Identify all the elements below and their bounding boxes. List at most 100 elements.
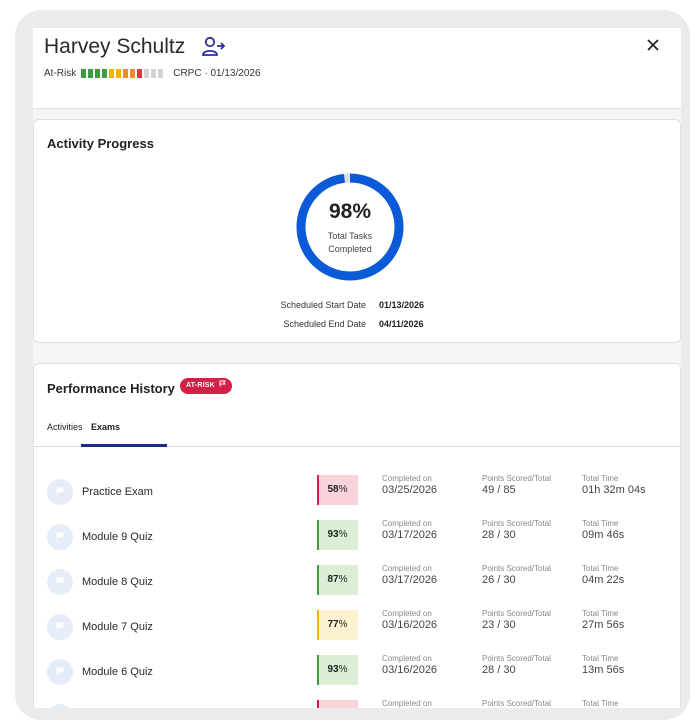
risk-segment <box>144 69 150 78</box>
score-value <box>317 700 358 708</box>
history-tabs: Activities Exams <box>34 414 680 447</box>
points-label: Points Scored/Total <box>482 654 551 663</box>
score-value: 58% <box>317 475 358 505</box>
risk-segment <box>116 69 122 78</box>
score-status-bar <box>317 700 319 708</box>
start-date-value: 01/13/2026 <box>379 300 425 310</box>
time-label: Total Time <box>582 564 619 573</box>
risk-segment <box>137 69 143 78</box>
flag-icon <box>47 704 73 708</box>
active-tab-indicator <box>81 444 167 447</box>
end-date-label: Scheduled End Date <box>283 319 366 329</box>
progress-ring <box>296 173 404 281</box>
exam-name: Module 6 Quiz <box>82 666 153 678</box>
points-value: 49 / 85 <box>482 484 516 496</box>
performance-history-card: Performance History AT-RISK Activities E… <box>33 363 681 708</box>
points-label: Points Scored/Total <box>482 474 551 483</box>
risk-segment <box>109 69 115 78</box>
score-badge: 93% <box>317 520 358 550</box>
score-status-bar <box>317 610 319 640</box>
risk-segment <box>88 69 94 78</box>
risk-label: At-Risk <box>44 68 77 79</box>
at-risk-badge: AT-RISK <box>180 378 233 394</box>
completed-value: 03/25/2026 <box>382 484 438 496</box>
exam-name: Module 8 Quiz <box>82 576 153 588</box>
exam-row[interactable]: Module 7 Quiz 77% Completed on 03/16/202… <box>34 607 680 652</box>
points-label: Points Scored/Total <box>482 564 551 573</box>
score-badge: 77% <box>317 610 358 640</box>
completed-value: 03/16/2026 <box>382 619 438 631</box>
score-number: 93 <box>327 664 339 675</box>
activity-progress-card: Activity Progress 98% Total Tasks Comple… <box>33 119 681 343</box>
score-value: 77% <box>317 610 358 640</box>
score-percent-sign: % <box>338 619 348 630</box>
student-detail-panel: Harvey Schultz At-Risk CRPC · 01/13/2026… <box>33 28 681 708</box>
at-risk-badge-label: AT-RISK <box>186 382 215 389</box>
flag-icon <box>219 380 227 387</box>
exam-row[interactable]: Practice Exam 58% Completed on 03/25/202… <box>34 472 680 517</box>
score-number: 77 <box>327 619 339 630</box>
score-percent-sign: % <box>338 484 348 495</box>
score-percent-sign: % <box>338 664 348 675</box>
close-icon[interactable] <box>647 38 659 56</box>
completed-value: 03/17/2026 <box>382 574 438 586</box>
flag-icon <box>47 614 73 640</box>
exam-row[interactable]: Module 6 Quiz 93% Completed on 03/16/202… <box>34 652 680 697</box>
start-date-label: Scheduled Start Date <box>280 300 366 310</box>
completed-label: Completed on <box>382 519 432 528</box>
progress-donut <box>296 173 404 281</box>
risk-segment <box>102 69 108 78</box>
risk-segment <box>123 69 129 78</box>
score-number: 58 <box>327 484 339 495</box>
time-value: 09m 46s <box>582 529 625 541</box>
risk-segment <box>151 69 157 78</box>
risk-segment <box>95 69 101 78</box>
progress-label: Total Tasks Completed <box>327 231 373 254</box>
points-value: 28 / 30 <box>482 529 516 541</box>
completed-value: 03/17/2026 <box>382 529 438 541</box>
score-percent-sign: % <box>338 529 348 540</box>
progress-percent: 98% <box>328 200 372 223</box>
certification-meta: CRPC · 01/13/2026 <box>173 68 261 79</box>
score-status-bar <box>317 655 319 685</box>
score-percent-sign: % <box>338 574 348 585</box>
score-status-bar <box>317 565 319 595</box>
risk-segment <box>81 69 87 78</box>
tab-activities[interactable]: Activities <box>47 422 83 432</box>
score-number: 93 <box>327 529 339 540</box>
exam-row[interactable]: Module 8 Quiz 87% Completed on 03/17/202… <box>34 562 680 607</box>
points-value: 26 / 30 <box>482 574 516 586</box>
exam-row[interactable]: Module 9 Quiz 93% Completed on 03/17/202… <box>34 517 680 562</box>
completed-label: Completed on <box>382 564 432 573</box>
flag-icon <box>47 479 73 505</box>
student-name: Harvey Schultz <box>44 35 186 58</box>
time-label: Total Time <box>582 609 619 618</box>
completed-label: Completed on <box>382 474 432 483</box>
activity-progress-title: Activity Progress <box>47 136 154 151</box>
tab-exams[interactable]: Exams <box>91 422 120 432</box>
points-value: 23 / 30 <box>482 619 516 631</box>
score-number: 87 <box>327 574 339 585</box>
points-label: Points Scored/Total <box>482 519 551 528</box>
score-badge <box>317 700 358 708</box>
exam-name: Practice Exam <box>82 486 153 498</box>
completed-label: Completed on <box>382 609 432 618</box>
exam-row[interactable]: Completed on Points Scored/Total Total T… <box>34 697 680 708</box>
time-label: Total Time <box>582 654 619 663</box>
score-status-bar <box>317 475 319 505</box>
risk-meter <box>81 69 165 78</box>
user-arrow-icon[interactable] <box>201 36 226 63</box>
completed-value: 03/16/2026 <box>382 664 438 676</box>
points-label: Points Scored/Total <box>482 609 551 618</box>
score-badge: 87% <box>317 565 358 595</box>
score-value: 93% <box>317 655 358 685</box>
score-value: 93% <box>317 520 358 550</box>
score-value: 87% <box>317 565 358 595</box>
exam-name: Module 9 Quiz <box>82 531 153 543</box>
flag-icon <box>47 659 73 685</box>
completed-label: Completed on <box>382 699 432 708</box>
risk-segment <box>158 69 164 78</box>
score-badge: 93% <box>317 655 358 685</box>
risk-segment <box>130 69 136 78</box>
time-value: 13m 56s <box>582 664 625 676</box>
